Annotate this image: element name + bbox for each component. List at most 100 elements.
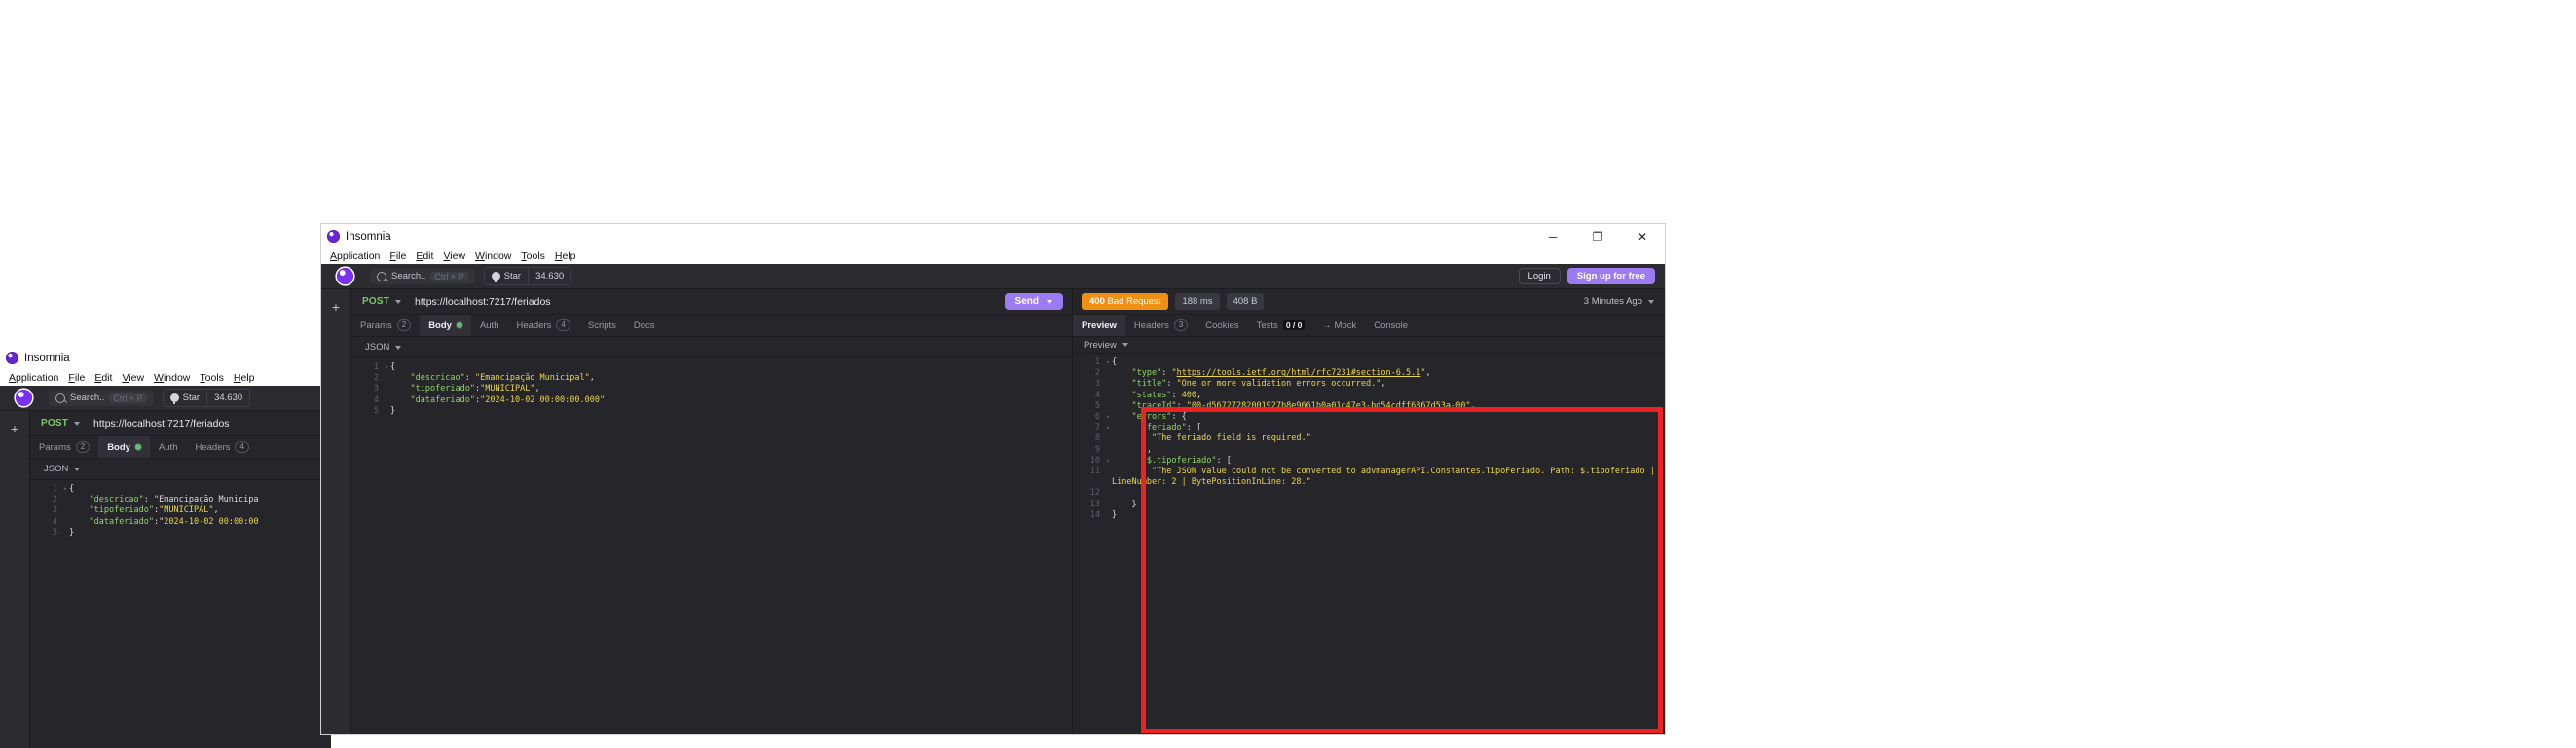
menu-item-file[interactable]: File: [385, 249, 411, 263]
method-label[interactable]: POST: [351, 296, 389, 307]
response-history-dropdown[interactable]: 3 Minutes Ago: [1584, 296, 1665, 307]
add-request-icon[interactable]: +: [332, 300, 340, 734]
body-format-bar[interactable]: JSON: [351, 337, 1072, 358]
tab-scripts-label: Scripts: [587, 319, 616, 331]
menu-item-tools[interactable]: Tools: [195, 371, 229, 385]
menu-item-tools[interactable]: Tools: [516, 249, 550, 263]
sidebar-rail[interactable]: +: [321, 289, 351, 734]
back-tab-headers[interactable]: Headers 4: [186, 436, 257, 458]
tab-tests[interactable]: Tests 0 / 0: [1248, 315, 1314, 336]
back-tab-body[interactable]: Body: [98, 436, 150, 458]
code-text: }: [69, 527, 75, 538]
tab-params[interactable]: Params 2: [351, 315, 420, 336]
fold-toggle-icon[interactable]: ▾: [1104, 423, 1112, 433]
search-input[interactable]: Search.. Ctrl + P: [370, 268, 475, 284]
back-app-logo[interactable]: [0, 390, 47, 406]
chevron-down-icon[interactable]: [395, 345, 402, 350]
background-insomnia-window[interactable]: Insomnia Application File Edit View Wind…: [0, 346, 331, 748]
back-tab-params[interactable]: Params 2: [30, 436, 98, 458]
code-line: 12 ]: [1073, 488, 1665, 499]
back-github-star-button[interactable]: Star 34.630: [162, 389, 251, 407]
code-text: "The JSON value could not be converted t…: [1112, 467, 1660, 488]
tab-mock[interactable]: → Mock: [1313, 315, 1365, 336]
code-text: "descricao": "Emancipação Municipa: [89, 495, 259, 505]
menu-item-window[interactable]: Window: [149, 371, 195, 385]
back-sidebar-rail[interactable]: +: [0, 411, 30, 748]
login-button[interactable]: Login: [1518, 268, 1561, 284]
tab-auth[interactable]: Auth: [471, 315, 508, 336]
add-request-icon[interactable]: +: [11, 422, 18, 748]
back-app-main: + POST https://localhost:7217/feriados P…: [0, 411, 331, 748]
menu-item-edit[interactable]: Edit: [411, 249, 438, 263]
minimize-button[interactable]: ─: [1530, 224, 1575, 248]
chevron-down-icon[interactable]: [74, 467, 81, 471]
back-window-menubar[interactable]: Application File Edit View Window Tools …: [0, 370, 331, 386]
menu-item-help[interactable]: Help: [229, 371, 260, 385]
chevron-down-icon[interactable]: [1122, 343, 1128, 347]
chevron-down-icon[interactable]: [1047, 299, 1052, 304]
menu-item-application[interactable]: Application: [4, 371, 63, 385]
menu-item-view[interactable]: View: [117, 371, 149, 385]
signup-button[interactable]: Sign up for free: [1566, 268, 1655, 284]
app-logo-cell[interactable]: [321, 268, 368, 284]
back-github-star-left[interactable]: Star: [164, 390, 206, 406]
github-star-button[interactable]: Star 34.630: [483, 267, 572, 285]
back-star-count: 34.630: [214, 393, 243, 403]
menu-item-edit[interactable]: Edit: [90, 371, 117, 385]
chevron-down-icon[interactable]: [1648, 299, 1654, 304]
menu-item-window[interactable]: Window: [470, 249, 516, 263]
fold-toggle-icon[interactable]: ▾: [1104, 456, 1112, 467]
back-tab-auth[interactable]: Auth: [150, 436, 187, 458]
menu-item-view[interactable]: View: [438, 249, 470, 263]
window-controls[interactable]: ─ ❐ ✕: [1530, 224, 1665, 248]
back-url-bar[interactable]: POST https://localhost:7217/feriados: [30, 411, 331, 436]
code-line: 5}: [30, 528, 331, 539]
url-bar[interactable]: POST https://localhost:7217/feriados Sen…: [351, 289, 1072, 315]
send-button[interactable]: Send: [1004, 293, 1063, 310]
github-star-left[interactable]: Star: [485, 268, 528, 284]
url-text[interactable]: https://localhost:7217/feriados: [415, 296, 551, 308]
menu-item-application[interactable]: Application: [325, 249, 385, 263]
window-menubar[interactable]: Application File Edit View Window Tools …: [321, 248, 1665, 264]
tab-scripts[interactable]: Scripts: [579, 315, 625, 336]
maximize-button[interactable]: ❐: [1575, 224, 1620, 248]
menu-item-file[interactable]: File: [63, 371, 90, 385]
tab-body[interactable]: Body: [420, 315, 471, 336]
tab-headers[interactable]: Headers 4: [507, 315, 578, 336]
tab-docs[interactable]: Docs: [625, 315, 664, 336]
tab-console[interactable]: Console: [1365, 315, 1417, 336]
close-button[interactable]: ✕: [1620, 224, 1665, 248]
request-body-editor[interactable]: 1 ▾{2 "descricao": "Emancipação Municipal…: [351, 358, 1072, 734]
chevron-down-icon[interactable]: [395, 299, 402, 304]
back-body-editor[interactable]: 1 ▾{2 "descricao": "Emancipação Municipa 3…: [30, 480, 331, 748]
chevron-down-icon[interactable]: [74, 421, 81, 426]
response-timestamp: 3 Minutes Ago: [1583, 296, 1642, 307]
back-method-label[interactable]: POST: [30, 418, 68, 429]
back-body-format-bar[interactable]: JSON: [30, 459, 331, 480]
insomnia-window[interactable]: Insomnia ─ ❐ ✕ Application File Edit Vie…: [321, 224, 1665, 734]
code-text: }: [1112, 509, 1118, 520]
response-tabs[interactable]: Preview Headers 3 Cookies Tests 0 / 0 → …: [1073, 315, 1665, 337]
code-line: 13 }: [1073, 500, 1665, 510]
fold-toggle-icon[interactable]: ▾: [61, 484, 69, 495]
back-search-input[interactable]: Search.. Ctrl + P: [49, 390, 154, 406]
response-body-viewer[interactable]: 1 ▾{2 "type": "https://tools.ietf.org/htm…: [1073, 353, 1665, 734]
request-tabs[interactable]: Params 2 Body Auth Headers 4 Scripts Doc…: [351, 315, 1072, 337]
search-icon: [55, 393, 65, 403]
back-url-text[interactable]: https://localhost:7217/feriados: [93, 418, 230, 430]
tab-cookies[interactable]: Cookies: [1196, 315, 1247, 336]
fold-toggle-icon[interactable]: ▾: [1104, 357, 1112, 368]
app-main: + POST https://localhost:7217/feriados S…: [321, 289, 1665, 734]
back-search-label: Search..: [70, 393, 105, 403]
response-view-mode-bar[interactable]: Preview: [1073, 337, 1665, 353]
insomnia-app-logo-icon: [336, 268, 353, 284]
code-line: 4 "dataferiado":"2024-10-02 00:00:00.000…: [351, 395, 1072, 406]
fold-toggle-icon[interactable]: ▾: [1104, 412, 1112, 423]
tab-response-headers[interactable]: Headers 3: [1125, 315, 1196, 336]
fold-toggle-icon[interactable]: ▾: [383, 362, 390, 373]
menu-item-help[interactable]: Help: [550, 249, 581, 263]
line-number: 3: [1094, 379, 1100, 390]
tab-preview[interactable]: Preview: [1073, 315, 1125, 336]
back-request-tabs[interactable]: Params 2 Body Auth Headers 4: [30, 436, 331, 459]
code-text: "feriado": [: [1141, 423, 1202, 433]
